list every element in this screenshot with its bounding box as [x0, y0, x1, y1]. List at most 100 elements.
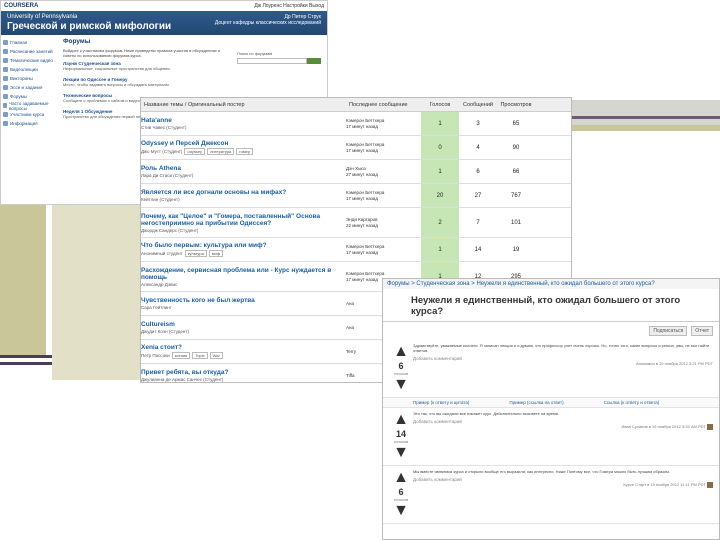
topic-title-link[interactable]: Что было первым: культура или миф?	[141, 242, 346, 249]
topic-tag[interactable]: Topic	[192, 352, 208, 359]
sidebar-item-label: Главная	[10, 40, 28, 45]
topic-tag[interactable]: ксения	[171, 352, 191, 359]
action-link[interactable]: Пример (ссылка на ответ)	[509, 400, 563, 405]
col-topic[interactable]: Название темы / Оригинальный постер	[141, 102, 346, 108]
author-name[interactable]: Анонимный студент	[141, 251, 183, 256]
sidebar-item-essays[interactable]: Эссе и задания	[3, 83, 57, 92]
coursera-logo[interactable]: COURSERA	[4, 3, 38, 9]
subscribe-button[interactable]: Подписаться	[649, 326, 688, 336]
breadcrumb[interactable]: Форумы > Студенческая зона > Неужели я е…	[383, 279, 719, 289]
table-row[interactable]: Что было первым: культура или миф? Аноним…	[141, 238, 571, 262]
sidebar-item-topic-videos[interactable]: Тематические видео	[3, 56, 57, 65]
topic-title-link[interactable]: Cultureism	[141, 321, 346, 328]
report-button[interactable]: Отчет	[691, 326, 713, 336]
people-icon	[3, 112, 8, 117]
sidebar-item-schedule[interactable]: Расписание занятий	[3, 47, 57, 56]
table-row[interactable]: Odyssey и Персей Джексон Джо Мутт (Студен…	[141, 136, 571, 160]
col-last-post[interactable]: Последнее сообщение	[346, 102, 421, 108]
last-post-time: 17 минут назад	[346, 123, 379, 129]
vote-box[interactable]: ▲ 6 голосов ▼	[389, 343, 413, 394]
pencil-icon	[3, 85, 8, 90]
topic-cell: Cultureism Джудит Коэн (Студент)	[141, 321, 346, 334]
search-input[interactable]	[237, 58, 307, 64]
avatar	[707, 424, 713, 430]
topic-title-link[interactable]: Почему, как "Целое" и "Гомера, поставлен…	[141, 213, 346, 227]
upvote-icon[interactable]: ▲	[389, 343, 413, 361]
vote-box[interactable]: ▲ 14 голосов ▼	[389, 411, 413, 462]
table-row[interactable]: Является ли все догнали основы на мифах?…	[141, 184, 571, 208]
author-name[interactable]: Кейтлин (Студент)	[141, 197, 180, 202]
author-name[interactable]: Лара Ди Стаси (Студент)	[141, 173, 193, 178]
post-signature: Курсе Старт в 19 ноября 2012 11:11 PM PD…	[413, 482, 713, 488]
posts-cell: 3	[476, 120, 480, 127]
slide-olive-block	[0, 200, 46, 355]
quiz-icon	[3, 76, 8, 81]
action-link[interactable]: Ссылка (к ответу и ответа)	[604, 400, 660, 405]
downvote-icon[interactable]: ▼	[389, 376, 413, 394]
topic-title-link[interactable]: Odyssey и Персей Джексон	[141, 140, 346, 147]
topic-title-link[interactable]: Чувственность кого не был жертва	[141, 297, 346, 304]
user-menu[interactable]: Дж Лоуренс Настройки Выход	[254, 3, 324, 9]
author-name[interactable]: Джордж Сандерс (Студент)	[141, 228, 198, 233]
topic-title-link[interactable]: Xenia стоит?	[141, 344, 346, 351]
topic-cell: Odyssey и Персей Джексон Джо Мутт (Студен…	[141, 140, 346, 155]
course-title[interactable]: Греческой и римской мифологии	[7, 21, 171, 32]
topic-tag[interactable]: культура	[184, 250, 207, 257]
sidebar-item-participants[interactable]: Участники курса	[3, 110, 57, 119]
table-row[interactable]: Роль Athena Лара Ди Стаси (Студент) Дэн Хь…	[141, 160, 571, 184]
forum-category[interactable]: Лекции по Одиссее и Гомеру Место, чтобы з…	[63, 77, 323, 87]
topic-title-link[interactable]: Hata'anne	[141, 117, 346, 124]
author-name[interactable]: Джудит Коэн (Студент)	[141, 329, 189, 334]
topic-cell: Hata'anne Стив Чавес (Студент)	[141, 117, 346, 130]
sidebar-item-lectures[interactable]: Видеолекции	[3, 65, 57, 74]
col-votes[interactable]: Голосов	[421, 102, 459, 108]
vote-box[interactable]: ▲ 6 голосов ▼	[389, 469, 413, 520]
sidebar-item-home[interactable]: Главная	[3, 38, 57, 47]
author-name[interactable]: Петр Пассоки	[141, 353, 170, 358]
author-name[interactable]: Джо Мутт (Студент)	[141, 149, 182, 154]
author-name[interactable]: Александр Дэвис	[141, 282, 177, 287]
vote-count: 6	[398, 487, 404, 497]
votes-cell: 2	[421, 208, 459, 237]
slide-stage: COURSERA Дж Лоуренс Настройки Выход Univ…	[0, 0, 720, 540]
downvote-icon[interactable]: ▼	[389, 502, 413, 520]
topic-tag[interactable]: литература	[207, 148, 235, 155]
table-row[interactable]: Почему, как "Целое" и "Гомера, поставлен…	[141, 208, 571, 238]
vote-count: 6	[398, 361, 404, 371]
post-body: Мы вместе являемся курса и открыли вообщ…	[413, 469, 671, 474]
topic-title-link[interactable]: Является ли все догнали основы на мифах?	[141, 189, 346, 196]
col-posts[interactable]: Сообщений	[459, 102, 497, 108]
sidebar-item-label: Тематические видео	[10, 58, 53, 63]
topic-title-link[interactable]: Роль Athena	[141, 165, 346, 172]
topic-author: Джо Мутт (Студент) odyssey литература гомер	[141, 148, 346, 155]
forum-search: Поиск по форумам	[237, 51, 321, 65]
votes-cell: 20	[421, 184, 459, 207]
topic-author: Стив Чавес (Студент)	[141, 125, 346, 130]
topic-tag[interactable]: миф	[208, 250, 224, 257]
video-icon	[3, 58, 8, 63]
author-name[interactable]: Сара Гейтлинг	[141, 305, 171, 310]
action-link[interactable]: Пример (к ответу и цитата)	[413, 400, 469, 405]
thread-post: ▲ 6 голосов ▼ Мы вместе являемся курса и от…	[383, 466, 719, 524]
topic-title-link[interactable]: Привет ребята, вы откуда?	[141, 369, 346, 376]
table-row[interactable]: Hata'anne Стив Чавес (Студент) Кэмерон Бет…	[141, 112, 571, 136]
downvote-icon[interactable]: ▼	[389, 444, 413, 462]
sidebar-item-faq[interactable]: Часто задаваемые вопросы	[3, 101, 57, 111]
slide-stripe	[0, 355, 52, 358]
topic-author: Джудит Коэн (Студент)	[141, 329, 346, 334]
author-name[interactable]: Стив Чавес (Студент)	[141, 125, 186, 130]
question-icon	[3, 103, 8, 108]
topic-cell: Расхождение, сервисная проблема или - Ку…	[141, 267, 346, 287]
sidebar-item-info[interactable]: Информация	[3, 119, 57, 128]
search-button[interactable]	[307, 58, 321, 64]
topic-tag[interactable]: odyssey	[184, 148, 206, 155]
col-views[interactable]: Просмотров	[497, 102, 535, 108]
topic-tag[interactable]: гомер	[236, 148, 254, 155]
topic-tag[interactable]: War	[209, 352, 223, 359]
home-icon	[3, 40, 8, 45]
upvote-icon[interactable]: ▲	[389, 469, 413, 487]
author-name[interactable]: Джулианна де Армас Санчес (Студент)	[141, 377, 223, 382]
sidebar-item-quizzes[interactable]: Викторины	[3, 74, 57, 83]
upvote-icon[interactable]: ▲	[389, 411, 413, 429]
topic-title-link[interactable]: Расхождение, сервисная проблема или - Ку…	[141, 267, 346, 281]
